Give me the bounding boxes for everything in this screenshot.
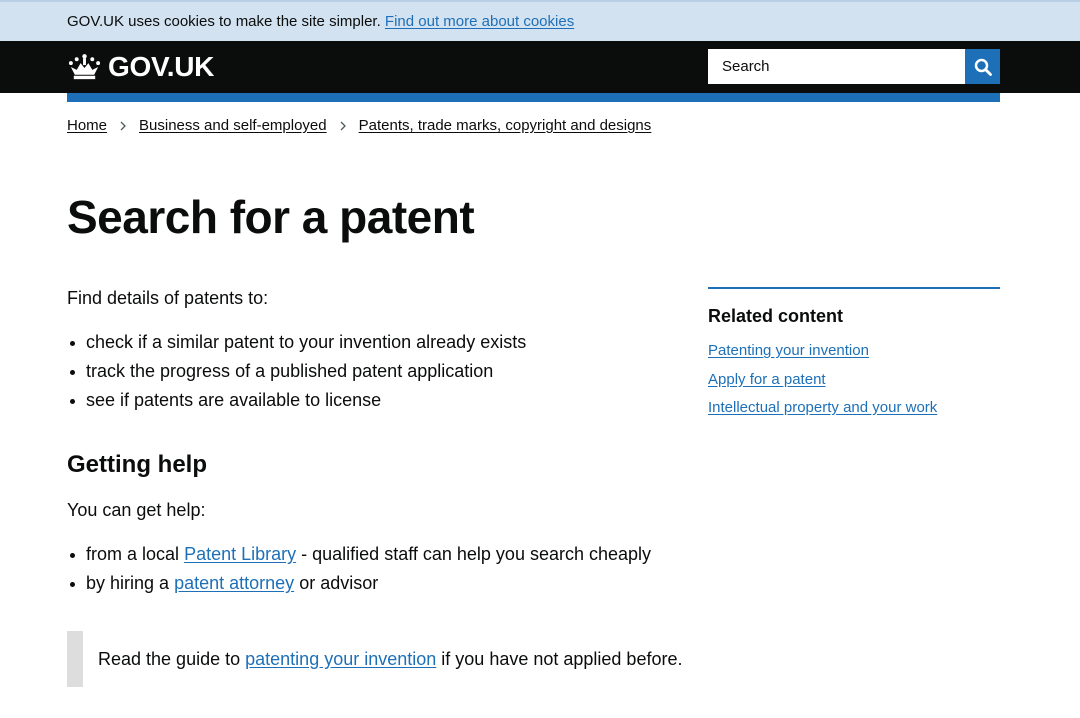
list-item: see if patents are available to license <box>67 388 687 412</box>
related-links: Patenting your invention Apply for a pat… <box>708 341 1000 418</box>
list-item: track the progress of a published patent… <box>67 359 687 383</box>
cookie-banner: GOV.UK uses cookies to make the site sim… <box>0 0 1080 41</box>
breadcrumb-business[interactable]: Business and self-employed <box>139 117 327 134</box>
search-input[interactable] <box>708 49 966 84</box>
help-bullet2-before: by hiring a <box>86 573 170 593</box>
cookie-message: GOV.UK uses cookies to make the site sim… <box>67 13 574 30</box>
search-icon <box>974 58 992 76</box>
list-item: from a local Patent Library - qualified … <box>67 542 687 566</box>
chevron-right-icon <box>340 121 346 130</box>
patent-library-link[interactable]: Patent Library <box>184 544 296 564</box>
site-header: GOV.UK <box>0 41 1080 93</box>
related-content: Related content Patenting your invention… <box>708 287 1000 427</box>
help-bullet1-before: from a local <box>86 544 180 564</box>
patenting-guide-link[interactable]: patenting your invention <box>245 649 436 670</box>
inset-before: Read the guide to <box>98 648 241 669</box>
breadcrumb-patents[interactable]: Patents, trade marks, copyright and desi… <box>359 117 652 134</box>
help-bullet1-after: - qualified staff can help you search ch… <box>301 544 652 564</box>
related-content-heading: Related content <box>708 306 844 326</box>
help-text: You can get help: <box>67 500 206 520</box>
govuk-logo-link[interactable]: GOV.UK <box>67 51 214 83</box>
header-underline <box>67 93 1000 102</box>
cookie-text: GOV.UK uses cookies to make the site sim… <box>67 13 381 30</box>
logo-text: GOV.UK <box>108 51 215 82</box>
related-link-patenting[interactable]: Patenting your invention <box>708 342 869 359</box>
cookie-info-link[interactable]: Find out more about cookies <box>385 13 574 30</box>
chevron-right-icon <box>120 121 126 130</box>
search-button[interactable] <box>965 49 1000 84</box>
getting-help-heading: Getting help <box>67 451 207 478</box>
list-item: Patenting your invention <box>708 341 1000 361</box>
intro-text: Find details of patents to: <box>67 288 269 308</box>
inset-after: if you have not applied before. <box>441 648 683 669</box>
help-bullet2-after: or advisor <box>299 573 379 593</box>
page-title: Search for a patent <box>67 191 475 243</box>
main-content: Find details of patents to: check if a s… <box>67 286 687 600</box>
list-item: by hiring a patent attorney or advisor <box>67 571 687 595</box>
related-link-ip[interactable]: Intellectual property and your work <box>708 399 937 416</box>
inset-text: Read the guide to patenting your inventi… <box>67 631 707 687</box>
help-list: from a local Patent Library - qualified … <box>67 542 687 595</box>
patent-attorney-link[interactable]: patent attorney <box>174 573 294 593</box>
related-link-apply[interactable]: Apply for a patent <box>708 371 826 388</box>
breadcrumb: Home Business and self-employed Patents,… <box>67 117 651 134</box>
list-item: Intellectual property and your work <box>708 398 1000 418</box>
crown-icon <box>68 54 101 80</box>
list-item: Apply for a patent <box>708 370 1000 390</box>
intro-list: check if a similar patent to your invent… <box>67 330 687 412</box>
breadcrumb-home[interactable]: Home <box>67 117 107 134</box>
list-item: check if a similar patent to your invent… <box>67 330 687 354</box>
